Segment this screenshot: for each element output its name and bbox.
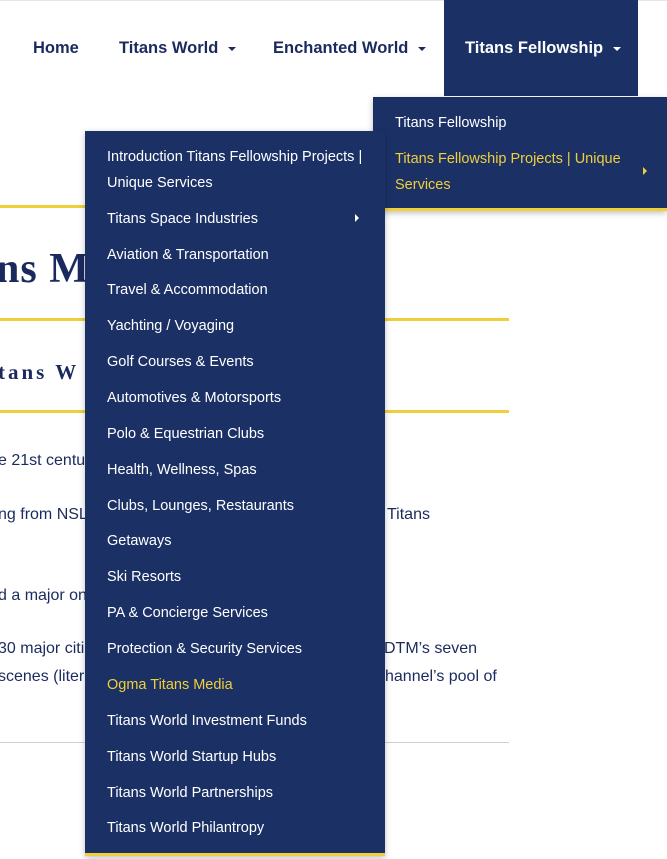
chevron-right-icon: [643, 167, 647, 175]
paragraph-text: hannel’s pool of: [385, 668, 497, 685]
paragraph-text: scenes (liter: [0, 668, 85, 685]
paragraph-text: ng from NSL: [0, 506, 88, 523]
nav-titans-fellowship[interactable]: Titans Fellowship: [444, 0, 638, 96]
caret-down-icon: [613, 47, 622, 51]
menu-item-ogma-media[interactable]: Ogma Titans Media: [107, 672, 377, 698]
paragraph-text: 30 major citie: [0, 640, 94, 657]
menu-item-partnerships[interactable]: Titans World Partnerships: [107, 780, 377, 806]
menu-item-investment-funds[interactable]: Titans World Investment Funds: [107, 708, 377, 734]
projects-dropdown: Introduction Titans Fellowship Projects …: [85, 131, 385, 856]
paragraph-text: DTM’s seven: [384, 640, 478, 657]
menu-item-health[interactable]: Health, Wellness, Spas: [107, 457, 377, 483]
nav-titans-world-label: Titans World: [119, 38, 219, 57]
menu-item-space-industries[interactable]: Titans Space Industries: [107, 206, 377, 232]
page-title: ns M: [0, 246, 90, 292]
top-navbar: Home Titans World Enchanted World Titans…: [0, 0, 667, 96]
menu-item-protection[interactable]: Protection & Security Services: [107, 636, 377, 662]
menu-item-polo[interactable]: Polo & Equestrian Clubs: [107, 421, 377, 447]
nav-home-label: Home: [33, 38, 79, 57]
menu-item-yachting[interactable]: Yachting / Voyaging: [107, 313, 377, 339]
nav-enchanted-world[interactable]: Enchanted World: [273, 0, 427, 96]
nav-titans-world[interactable]: Titans World: [119, 0, 237, 96]
menu-item-automotives[interactable]: Automotives & Motorsports: [107, 385, 377, 411]
menu-item-travel[interactable]: Travel & Accommodation: [107, 277, 377, 303]
menu-item-ski-resorts[interactable]: Ski Resorts: [107, 564, 377, 590]
menu-item-aviation[interactable]: Aviation & Transportation: [107, 242, 377, 268]
submenu-item-fellowship-projects[interactable]: Titans Fellowship Projects | Unique Serv…: [395, 146, 635, 198]
submenu-item-titans-fellowship[interactable]: Titans Fellowship: [395, 110, 635, 136]
paragraph-text: Titans: [387, 506, 430, 523]
caret-down-icon: [418, 47, 427, 51]
fellowship-submenu: Titans Fellowship Titans Fellowship Proj…: [373, 97, 667, 211]
chevron-right-icon: [355, 214, 359, 222]
paragraph-text: e 21st centu: [0, 452, 86, 469]
paragraph-text: d a major on: [0, 587, 87, 604]
menu-item-philantropy[interactable]: Titans World Philantropy: [107, 815, 377, 841]
caret-down-icon: [228, 47, 237, 51]
menu-item-concierge[interactable]: PA & Concierge Services: [107, 600, 377, 626]
menu-item-startup-hubs[interactable]: Titans World Startup Hubs: [107, 744, 377, 770]
menu-item-clubs[interactable]: Clubs, Lounges, Restaurants: [107, 493, 377, 519]
nav-enchanted-world-label: Enchanted World: [273, 38, 409, 57]
page-subtitle: tans W: [0, 360, 80, 384]
menu-item-getaways[interactable]: Getaways: [107, 528, 377, 554]
menu-item-introduction[interactable]: Introduction Titans Fellowship Projects …: [107, 144, 372, 196]
menu-item-golf[interactable]: Golf Courses & Events: [107, 349, 377, 375]
nav-home[interactable]: Home: [33, 0, 79, 96]
title-top-rule: [0, 205, 90, 208]
nav-titans-fellowship-label: Titans Fellowship: [465, 38, 604, 57]
